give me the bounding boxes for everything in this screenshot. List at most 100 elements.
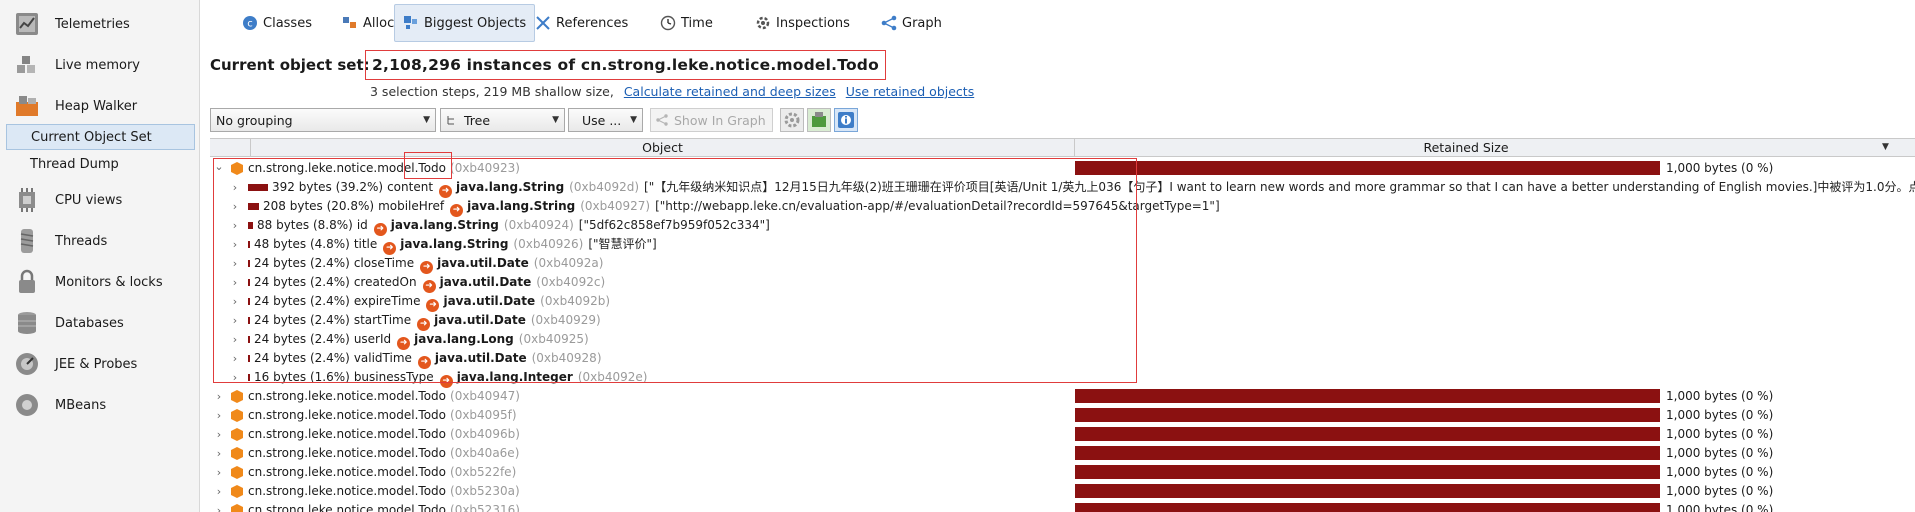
expand-chevron-icon[interactable]: › — [214, 463, 224, 482]
tab-time[interactable]: Time — [652, 4, 721, 42]
allocations-icon — [343, 17, 356, 28]
expand-chevron-icon[interactable]: › — [230, 197, 240, 216]
row-label: 88 bytes (8.8%) id ➜ java.lang.String (0xb40… — [257, 216, 770, 236]
table-row-field[interactable]: › 48 bytes (4.8%) title ➜ java.lang.String (0… — [210, 235, 1915, 255]
expand-chevron-icon[interactable]: › — [214, 501, 224, 512]
expand-chevron-icon[interactable]: › — [230, 368, 240, 387]
expand-chevron-icon[interactable]: › — [230, 254, 240, 273]
chevron-down-icon: ▼ — [630, 115, 637, 125]
export-button[interactable] — [807, 108, 831, 132]
expand-chevron-icon[interactable]: › — [230, 292, 240, 311]
class-name: cn.strong.leke.notice.model.Todo — [248, 427, 447, 441]
field-name: validTime — [353, 351, 412, 365]
sidebar-item-telemetries[interactable]: Telemetries — [0, 4, 200, 44]
grouping-select[interactable]: No grouping ▼ — [210, 108, 436, 132]
use-dropdown-button[interactable]: Use ... ▼ — [568, 108, 643, 132]
sidebar-item-threads[interactable]: Threads — [0, 221, 200, 261]
selection-summary: 3 selection steps, 219 MB shallow size, … — [370, 84, 974, 99]
object-address: (0xb4092c) — [536, 275, 606, 289]
table-row[interactable]: › cn.strong.leke.notice.model.Todo (0xb409… — [210, 425, 1915, 444]
tab-label: Biggest Objects — [424, 15, 527, 31]
sort-desc-icon[interactable]: ▼ — [1882, 142, 1889, 152]
sidebar-subitem-thread-dump[interactable]: Thread Dump — [6, 151, 195, 177]
table-row-root[interactable]: ⌄ cn.strong.leke.notice.model.Todo (0xb409… — [210, 159, 1915, 178]
table-row-field[interactable]: › 24 bytes (2.4%) validTime ➜ java.util.Date… — [210, 349, 1915, 369]
expand-chevron-icon[interactable]: › — [230, 311, 240, 330]
table-row[interactable]: › cn.strong.leke.notice.model.Todo (0xb409… — [210, 387, 1915, 406]
expand-chevron-icon[interactable]: › — [230, 216, 240, 235]
table-row[interactable]: › cn.strong.leke.notice.model.Todo (0xb40a… — [210, 444, 1915, 463]
sidebar-item-jee-probes[interactable]: JEE & Probes — [0, 344, 200, 384]
sidebar-subitem-current-object-set[interactable]: Current Object Set — [6, 124, 195, 150]
threads-icon — [20, 229, 34, 253]
expand-chevron-icon[interactable]: › — [214, 406, 224, 425]
column-header-retained-size[interactable]: Retained Size — [1076, 139, 1856, 157]
row-label: 48 bytes (4.8%) title ➜ java.lang.String (0x… — [254, 235, 657, 255]
object-address: (0xb40926) — [513, 237, 584, 251]
retained-size-bar — [1075, 161, 1660, 175]
info-icon — [838, 112, 854, 128]
field-value: ["【九年级纳米知识点】12月15日九年级(2)班王珊珊在评价项目[英语/Uni… — [644, 180, 1915, 194]
field-name: title — [353, 237, 378, 251]
inspections-icon — [756, 16, 770, 30]
expand-chevron-icon[interactable]: › — [214, 444, 224, 463]
expand-chevron-icon[interactable]: › — [214, 425, 224, 444]
sidebar-item-live-memory[interactable]: Live memory — [0, 45, 200, 85]
row-label: 24 bytes (2.4%) startTime ➜ java.util.Date(… — [254, 311, 606, 331]
column-header-object[interactable]: Object — [250, 139, 1075, 157]
expand-chevron-icon[interactable]: › — [214, 482, 224, 501]
table-row[interactable]: › cn.strong.leke.notice.model.Todo (0xb523… — [210, 482, 1915, 501]
sidebar-item-databases[interactable]: Databases — [0, 303, 200, 343]
object-address: (0xb40927) — [580, 199, 651, 213]
view-mode-select[interactable]: Tree ▼ — [440, 108, 565, 132]
settings-button[interactable] — [780, 108, 804, 132]
field-value: ["http://webapp.leke.cn/evaluation-app/#… — [655, 199, 1220, 213]
sidebar-item-heap-walker[interactable]: Heap Walker — [0, 86, 200, 126]
table-row-field[interactable]: › 24 bytes (2.4%) userId ➜ java.lang.Long (0x… — [210, 330, 1915, 350]
tab-inspections[interactable]: Inspections — [747, 4, 858, 42]
expand-chevron-icon[interactable]: › — [230, 235, 240, 254]
table-row-field[interactable]: › 24 bytes (2.4%) startTime ➜ java.util.Date… — [210, 311, 1915, 331]
field-size-bar — [248, 336, 250, 343]
chevron-down-icon: ▼ — [423, 115, 430, 125]
retained-size-value: 1,000 bytes (0 %) — [1666, 427, 1774, 441]
use-retained-link[interactable]: Use retained objects — [846, 84, 974, 99]
sidebar-item-monitors-locks[interactable]: Monitors & locks — [0, 262, 200, 302]
show-in-graph-button[interactable]: Show In Graph — [650, 108, 773, 132]
field-size-bar — [248, 374, 250, 381]
table-row-field[interactable]: › 24 bytes (2.4%) createdOn ➜ java.util.Date… — [210, 273, 1915, 293]
collapse-chevron-icon[interactable]: ⌄ — [214, 157, 224, 176]
monitors-locks-icon — [19, 269, 35, 293]
time-icon — [660, 15, 676, 31]
chevron-down-icon: ▼ — [552, 115, 559, 125]
table-row-field[interactable]: › 24 bytes (2.4%) closeTime ➜ java.util.Date… — [210, 254, 1915, 274]
tab-classes[interactable]: c Classes — [234, 4, 320, 42]
calculate-retained-link[interactable]: Calculate retained and deep sizes — [624, 84, 836, 99]
tab-graph[interactable]: Graph — [873, 4, 950, 42]
page-title-label: Current object set: — [210, 56, 370, 74]
table-row-field[interactable]: › 208 bytes (20.8%) mobileHref ➜ java.lang.S… — [210, 197, 1915, 217]
expand-chevron-icon[interactable]: › — [230, 178, 240, 197]
table-row-field[interactable]: › 24 bytes (2.4%) expireTime ➜ java.util.Dat… — [210, 292, 1915, 312]
field-size-bar — [248, 279, 250, 286]
sidebar-item-label: Threads — [55, 233, 108, 249]
field-size-bar — [248, 260, 250, 267]
field-size-bar — [248, 317, 250, 324]
tab-biggest-objects[interactable]: Biggest Objects — [394, 4, 536, 42]
table-row-field[interactable]: › 16 bytes (1.6%) businessType ➜ java.lang.I… — [210, 368, 1915, 388]
sidebar-item-mbeans[interactable]: MBeans — [0, 385, 200, 425]
object-address: (0xb4096b) — [450, 427, 520, 441]
tab-references[interactable]: References — [527, 4, 636, 42]
table-row[interactable]: › cn.strong.leke.notice.model.Todo (0xb409… — [210, 406, 1915, 425]
expand-chevron-icon[interactable]: › — [230, 349, 240, 368]
expand-chevron-icon[interactable]: › — [230, 273, 240, 292]
info-button[interactable] — [834, 108, 858, 132]
field-value: ["5df62c858ef7b959f052c334"] — [578, 218, 770, 232]
expand-chevron-icon[interactable]: › — [230, 330, 240, 349]
expand-chevron-icon[interactable]: › — [214, 387, 224, 406]
table-row-field[interactable]: › 392 bytes (39.2%) content ➜ java.lang.Stri… — [210, 178, 1915, 198]
table-row-field[interactable]: › 88 bytes (8.8%) id ➜ java.lang.String (0xb4… — [210, 216, 1915, 236]
sidebar-item-cpu-views[interactable]: CPU views — [0, 180, 200, 220]
table-row[interactable]: › cn.strong.leke.notice.model.Todo (0xb523… — [210, 501, 1915, 512]
table-row[interactable]: › cn.strong.leke.notice.model.Todo (0xb522… — [210, 463, 1915, 482]
